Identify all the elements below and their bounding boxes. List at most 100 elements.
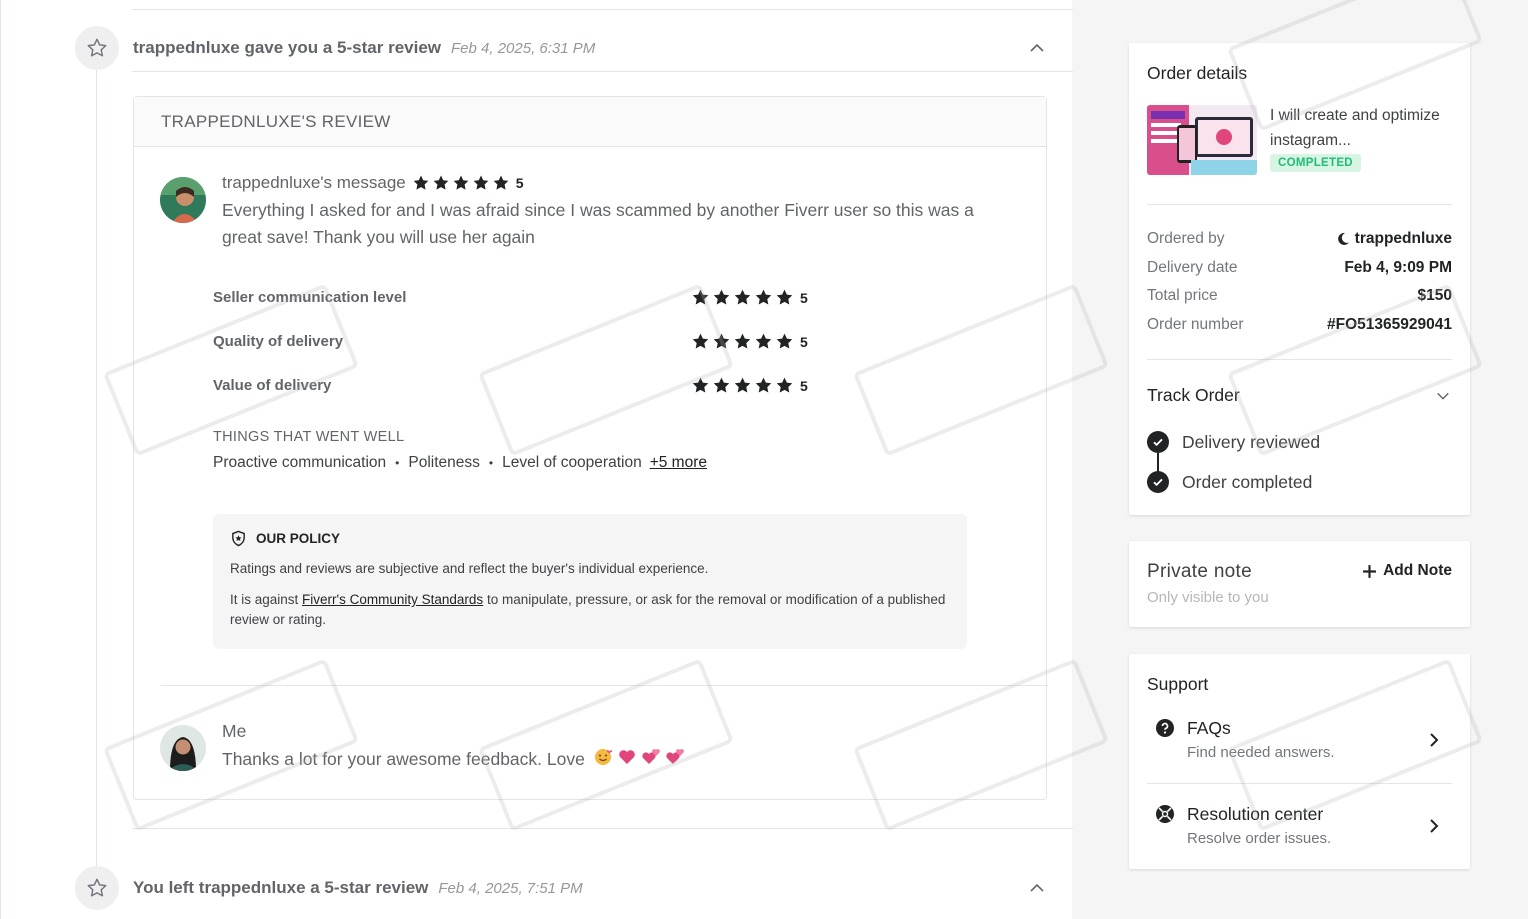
delivery-date-label: Delivery date [1147, 259, 1238, 276]
check-circle-icon [1147, 431, 1169, 453]
rating-stars-value: 5 [691, 376, 808, 395]
total-price-label: Total price [1147, 287, 1218, 304]
timeline-line [96, 70, 97, 870]
support-item-label: Resolution center [1187, 804, 1324, 824]
reply-message: Thanks a lot for your awesome feedback. … [222, 747, 685, 772]
divider [132, 9, 1073, 10]
star-filled-icon [755, 377, 772, 393]
private-note-card: Private note Only visible to you Add Not… [1129, 541, 1470, 627]
activity-timeline: trappednluxe gave you a 5-star review Fe… [0, 0, 1110, 919]
support-item-faqs[interactable]: FAQs Find needed answers. [1147, 710, 1452, 770]
two-hearts-icon [641, 747, 661, 772]
chevron-right-icon [1428, 818, 1440, 839]
two-hearts-icon [665, 747, 685, 772]
star-filled-icon [776, 377, 793, 393]
support-card: Support FAQs Find needed answers. Resolu… [1129, 654, 1470, 869]
went-well-title: THINGS THAT WENT WELL [213, 429, 405, 445]
total-price-value: $150 [1417, 287, 1452, 304]
policy-text: Ratings and reviews are subjective and r… [230, 561, 709, 576]
timeline-event-review-received[interactable]: trappednluxe gave you a 5-star review Fe… [75, 26, 1073, 70]
shield-icon [230, 530, 247, 547]
order-details-title: Order details [1147, 63, 1248, 83]
rating-value: 5 [515, 175, 524, 191]
rating-label-value: Value of delivery [213, 377, 332, 394]
avatar [160, 725, 206, 771]
show-more-link[interactable]: +5 more [650, 454, 707, 472]
private-note-subtitle: Only visible to you [1147, 589, 1269, 606]
moon-icon [1336, 232, 1350, 246]
bullet-separator: • [395, 456, 400, 470]
gig-thumbnail[interactable] [1147, 105, 1257, 175]
support-item-label: FAQs [1187, 718, 1231, 738]
chevron-up-icon[interactable] [1029, 40, 1045, 61]
support-item-desc: Find needed answers. [1187, 744, 1335, 761]
went-well-item: Proactive communication [213, 454, 387, 471]
star-icon [75, 866, 119, 910]
rating-value: 5 [800, 333, 808, 350]
track-step: Order completed [1147, 471, 1312, 493]
star-filled-icon [776, 289, 793, 305]
policy-title-row: OUR POLICY [230, 530, 950, 547]
star-filled-icon [692, 377, 709, 393]
review-author: trappednluxe's message 5 [222, 173, 524, 193]
order-details-card: Order details I will create and optimize… [1129, 43, 1470, 515]
went-well-item: Level of cooperation [502, 454, 642, 471]
rating-stars-communication: 5 [691, 288, 808, 307]
star-filled-icon [755, 333, 772, 349]
star-filled-icon [692, 333, 709, 349]
support-item-desc: Resolve order issues. [1187, 830, 1332, 847]
rating-value: 5 [800, 377, 808, 394]
divider [132, 71, 1073, 72]
track-order-title[interactable]: Track Order [1147, 385, 1240, 406]
star-filled-icon [713, 289, 730, 305]
chevron-up-icon[interactable] [1029, 880, 1045, 901]
went-well-list: Proactive communication • Politeness • L… [213, 454, 707, 472]
review-author-name: trappednluxe's message [222, 173, 406, 192]
check-circle-icon [1147, 471, 1169, 493]
chevron-right-icon [1428, 732, 1440, 753]
policy-text-part: It is against [230, 592, 303, 607]
divider [1147, 204, 1452, 205]
buyer-username: trappednluxe [1354, 230, 1452, 247]
lifebuoy-icon [1156, 805, 1174, 828]
reply-text: Thanks a lot for your awesome feedback. … [222, 749, 585, 769]
divider [161, 685, 1048, 686]
review-card-header: TRAPPEDNLUXE'S REVIEW [134, 97, 1046, 147]
policy-box: OUR POLICY Ratings and reviews are subje… [213, 514, 967, 649]
ordered-by-value[interactable]: trappednluxe [1336, 230, 1452, 248]
star-filled-icon [734, 377, 751, 393]
chevron-down-icon[interactable] [1436, 389, 1450, 408]
star-filled-icon [433, 175, 449, 190]
add-note-button[interactable]: Add Note [1362, 562, 1452, 580]
policy-text: It is against Fiverr's Community Standar… [230, 590, 950, 630]
star-filled-icon [713, 333, 730, 349]
community-standards-link[interactable]: Fiverr's Community Standards [302, 592, 483, 607]
status-badge: COMPLETED [1270, 154, 1361, 172]
add-note-label: Add Note [1383, 562, 1452, 579]
event-title: You left trappednluxe a 5-star review [133, 878, 429, 897]
event-date: Feb 4, 2025, 6:31 PM [451, 39, 596, 57]
star-filled-icon [776, 333, 793, 349]
star-icon [75, 26, 119, 70]
review-message: Everything I asked for and I was afraid … [222, 200, 974, 247]
star-filled-icon [473, 175, 489, 190]
ordered-by-label: Ordered by [1147, 230, 1225, 247]
star-filled-icon [692, 289, 709, 305]
smiling-face-hearts-icon [593, 747, 613, 772]
rating-label-communication: Seller communication level [213, 289, 407, 306]
plus-icon [1362, 564, 1377, 579]
order-number-label: Order number [1147, 316, 1244, 333]
timeline-event-review-left[interactable]: You left trappednluxe a 5-star review Fe… [75, 866, 1073, 910]
support-item-resolution-center[interactable]: Resolution center Resolve order issues. [1147, 796, 1452, 856]
track-step-label: Order completed [1182, 471, 1313, 492]
star-filled-icon [453, 175, 469, 190]
avatar [160, 177, 206, 223]
event-date: Feb 4, 2025, 7:51 PM [438, 879, 583, 897]
gig-title[interactable]: I will create and optimize instagram... [1270, 103, 1450, 153]
rating-label-quality: Quality of delivery [213, 333, 344, 350]
went-well-item: Politeness [408, 454, 480, 471]
heart-icon [617, 747, 637, 772]
star-filled-icon [493, 175, 509, 190]
star-filled-icon [713, 377, 730, 393]
review-card: TRAPPEDNLUXE'S REVIEW trappednluxe's mes… [133, 96, 1048, 800]
